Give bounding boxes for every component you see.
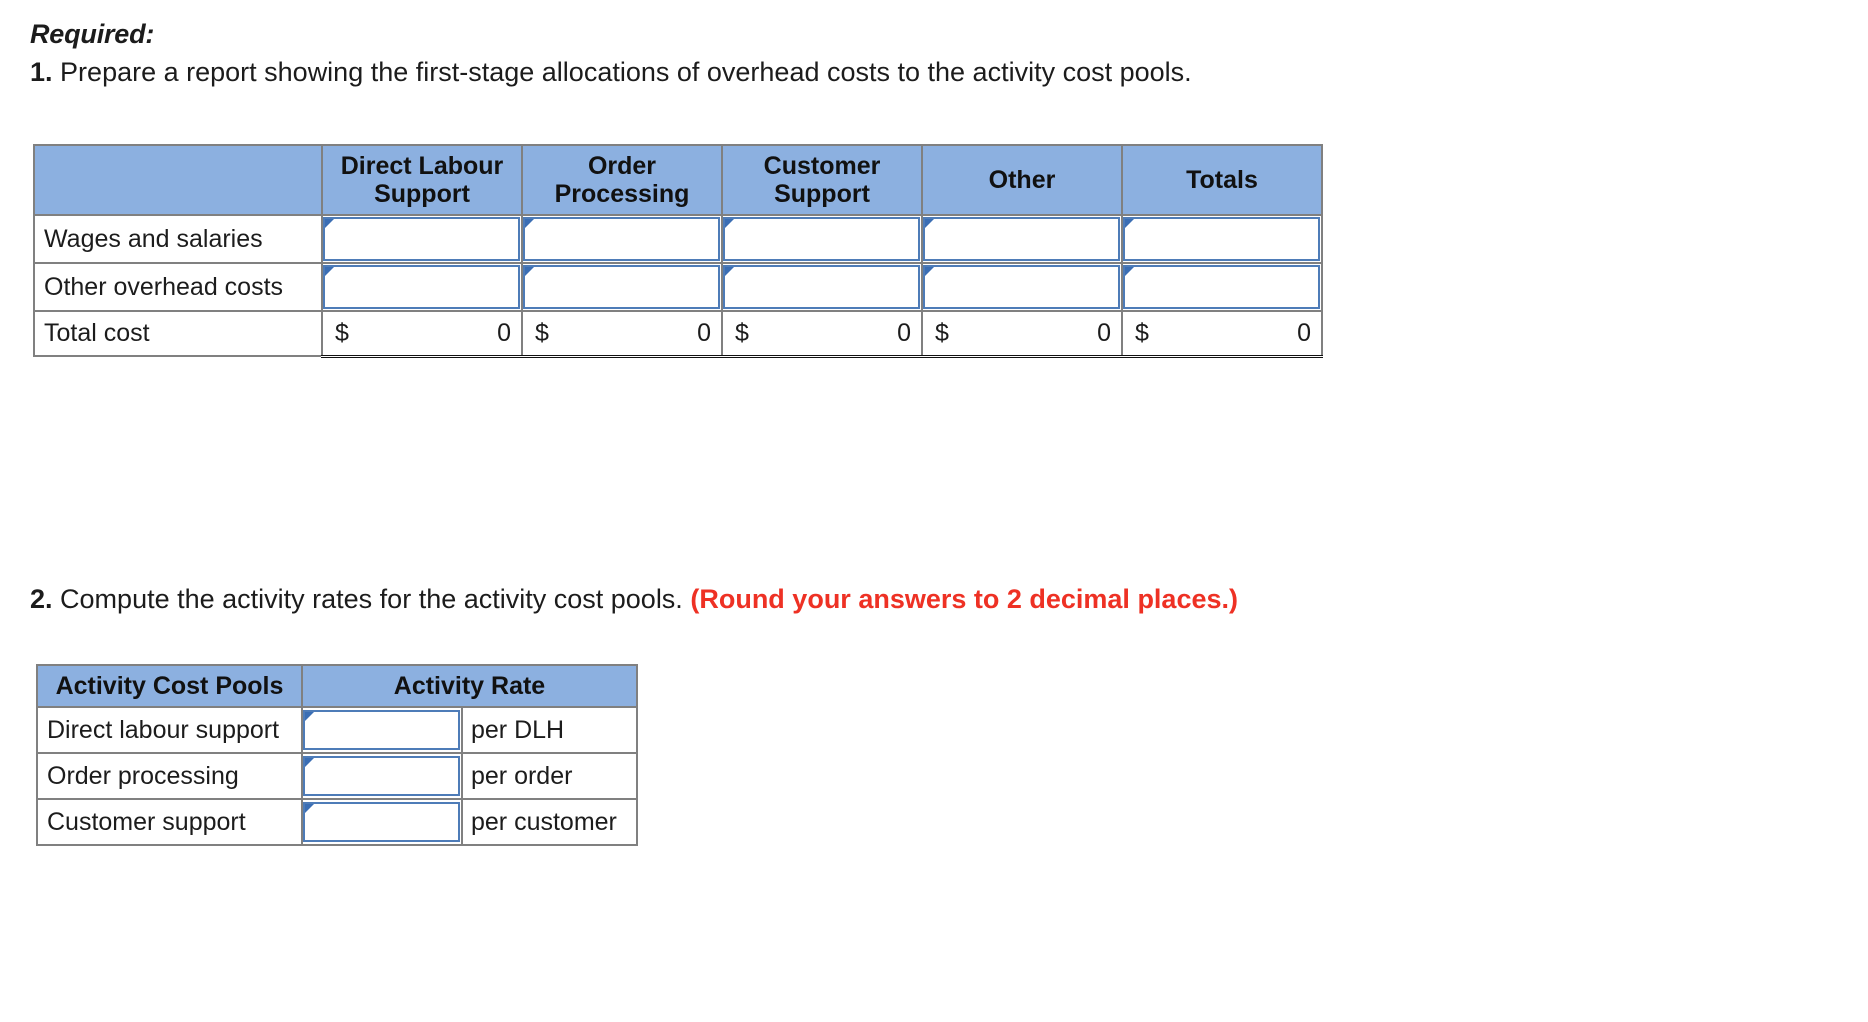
header-direct-labour-support: Direct Labour Support <box>321 144 523 216</box>
rate-pool-label-direct-labour-support: Direct labour support <box>36 706 303 754</box>
instructions-part-2: 2. Compute the activity rates for the ac… <box>30 578 1630 617</box>
input-overhead-totals[interactable] <box>1123 265 1320 309</box>
instruction-item-1: 1. Prepare a report showing the first-st… <box>30 55 1530 90</box>
row-label-wages-and-salaries: Wages and salaries <box>33 214 323 264</box>
cell-wages-order-processing[interactable] <box>521 214 723 264</box>
header-other: Other <box>921 144 1123 216</box>
total-direct-labour-support: $0 <box>321 310 523 358</box>
total-order-processing: $0 <box>521 310 723 358</box>
table-row-direct-labour-support: Direct labour support per DLH <box>36 706 638 754</box>
instruction-2-text: Compute the activity rates for the activ… <box>60 584 683 614</box>
rate-unit-customer-support: per customer <box>461 798 638 846</box>
instruction-2-rounding-note: (Round your answers to 2 decimal places.… <box>690 584 1238 614</box>
table-row-customer-support: Customer support per customer <box>36 798 638 846</box>
currency-symbol: $ <box>535 318 549 347</box>
row-label-other-overhead-costs: Other overhead costs <box>33 262 323 312</box>
cell-rate-direct-labour-support[interactable] <box>301 706 463 754</box>
rate-unit-direct-labour-support: per DLH <box>461 706 638 754</box>
currency-symbol: $ <box>735 318 749 347</box>
rate-unit-order-processing: per order <box>461 752 638 800</box>
cell-wages-customer-support[interactable] <box>721 214 923 264</box>
header-corner-blank <box>33 144 323 216</box>
cell-overhead-order-processing[interactable] <box>521 262 723 312</box>
instruction-item-2: 2. Compute the activity rates for the ac… <box>30 582 1630 617</box>
instruction-2-number: 2. <box>30 584 53 614</box>
cell-overhead-totals[interactable] <box>1121 262 1323 312</box>
input-overhead-direct-labour-support[interactable] <box>323 265 520 309</box>
table-row-order-processing: Order processing per order <box>36 752 638 800</box>
cell-overhead-customer-support[interactable] <box>721 262 923 312</box>
cell-wages-other[interactable] <box>921 214 1123 264</box>
rate-pool-label-customer-support: Customer support <box>36 798 303 846</box>
header-activity-cost-pools: Activity Cost Pools <box>36 664 303 708</box>
cell-wages-direct-labour-support[interactable] <box>321 214 523 264</box>
instructions-part-1: Required: 1. Prepare a report showing th… <box>30 18 1530 90</box>
header-totals: Totals <box>1121 144 1323 216</box>
header-activity-rate: Activity Rate <box>301 664 638 708</box>
cell-overhead-other[interactable] <box>921 262 1123 312</box>
total-value-direct-labour-support: 0 <box>497 318 511 347</box>
rate-pool-label-order-processing: Order processing <box>36 752 303 800</box>
table-row-other-overhead-costs: Other overhead costs <box>33 262 1323 312</box>
input-wages-totals[interactable] <box>1123 217 1320 261</box>
input-wages-customer-support[interactable] <box>723 217 920 261</box>
currency-symbol: $ <box>335 318 349 347</box>
table-header-row: Direct Labour Support Order Processing C… <box>33 144 1323 216</box>
currency-symbol: $ <box>1135 318 1149 347</box>
input-wages-direct-labour-support[interactable] <box>323 217 520 261</box>
total-other: $0 <box>921 310 1123 358</box>
total-value-order-processing: 0 <box>697 318 711 347</box>
input-wages-order-processing[interactable] <box>523 217 720 261</box>
cell-overhead-direct-labour-support[interactable] <box>321 262 523 312</box>
first-stage-allocation-table: Direct Labour Support Order Processing C… <box>33 144 1323 358</box>
instruction-1-text: Prepare a report showing the first-stage… <box>60 56 1192 87</box>
table-row-wages-and-salaries: Wages and salaries <box>33 214 1323 264</box>
input-overhead-customer-support[interactable] <box>723 265 920 309</box>
total-totals: $0 <box>1121 310 1323 358</box>
cell-wages-totals[interactable] <box>1121 214 1323 264</box>
header-order-processing: Order Processing <box>521 144 723 216</box>
total-value-other: 0 <box>1097 318 1111 347</box>
cell-rate-customer-support[interactable] <box>301 798 463 846</box>
table-row-total-cost: Total cost $0 $0 $0 $0 $0 <box>33 310 1323 358</box>
input-rate-direct-labour-support[interactable] <box>303 710 460 750</box>
currency-symbol: $ <box>935 318 949 347</box>
rates-header-row: Activity Cost Pools Activity Rate <box>36 664 638 708</box>
input-overhead-other[interactable] <box>923 265 1120 309</box>
required-label: Required: <box>30 19 155 49</box>
input-wages-other[interactable] <box>923 217 1120 261</box>
input-overhead-order-processing[interactable] <box>523 265 720 309</box>
total-value-totals: 0 <box>1297 318 1311 347</box>
total-customer-support: $0 <box>721 310 923 358</box>
cell-rate-order-processing[interactable] <box>301 752 463 800</box>
input-rate-customer-support[interactable] <box>303 802 460 842</box>
row-label-total-cost: Total cost <box>33 310 323 357</box>
input-rate-order-processing[interactable] <box>303 756 460 796</box>
header-customer-support: Customer Support <box>721 144 923 216</box>
instruction-1-number: 1. <box>30 56 53 87</box>
activity-rates-table: Activity Cost Pools Activity Rate Direct… <box>36 664 638 846</box>
total-value-customer-support: 0 <box>897 318 911 347</box>
